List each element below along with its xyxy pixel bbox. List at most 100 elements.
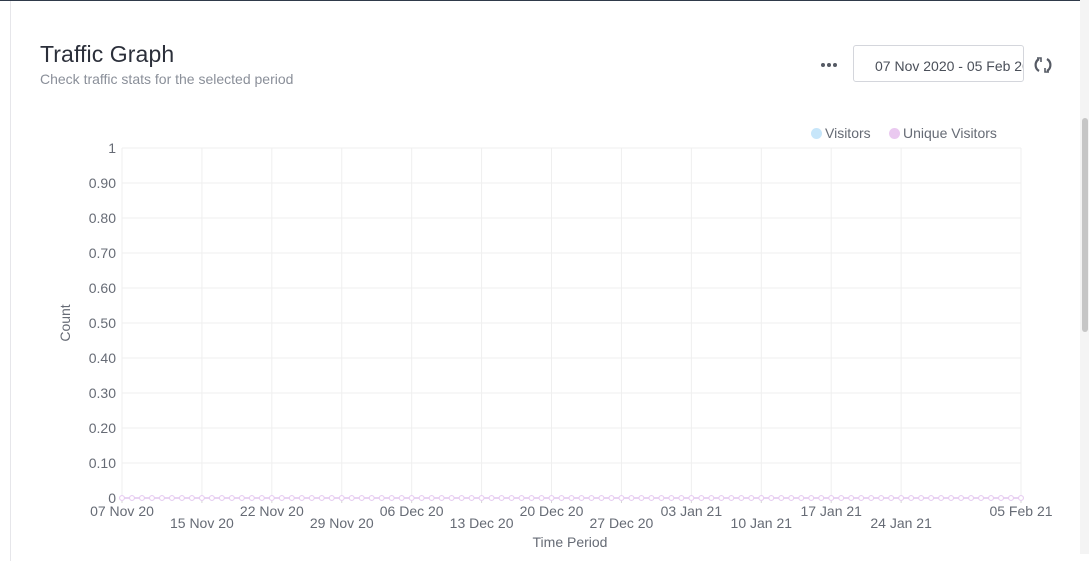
x-tick-label: 10 Jan 21 — [731, 515, 793, 531]
data-point-unique-visitors — [508, 495, 515, 501]
y-tick-label: 0.30 — [89, 385, 116, 401]
x-tick-label: 17 Jan 21 — [800, 503, 862, 519]
data-point-unique-visitors — [318, 495, 325, 501]
data-point-unique-visitors — [838, 495, 845, 501]
x-tick-label: 13 Dec 20 — [450, 515, 514, 531]
data-point-unique-visitors — [638, 495, 645, 501]
data-point-unique-visitors — [288, 495, 295, 501]
data-point-unique-visitors — [748, 495, 755, 501]
data-point-unique-visitors — [788, 495, 795, 501]
y-tick-label: 0.10 — [89, 455, 116, 471]
data-point-unique-visitors — [698, 495, 705, 501]
data-point-unique-visitors — [1018, 495, 1024, 501]
data-point-unique-visitors — [578, 495, 585, 501]
x-tick-label: 15 Nov 20 — [170, 515, 234, 531]
data-point-unique-visitors — [808, 495, 815, 501]
x-axis-title: Time Period — [533, 534, 608, 550]
data-point-unique-visitors — [758, 495, 765, 501]
y-tick-label: 0.70 — [89, 245, 116, 261]
data-point-unique-visitors — [558, 495, 565, 501]
data-point-unique-visitors — [119, 495, 125, 501]
x-tick-label: 29 Nov 20 — [310, 515, 374, 531]
data-point-unique-visitors — [718, 495, 725, 501]
data-point-unique-visitors — [189, 495, 195, 501]
x-tick-label: 06 Dec 20 — [380, 503, 444, 519]
data-point-unique-visitors — [149, 495, 155, 501]
page-scrollbar[interactable] — [1080, 0, 1089, 554]
y-tick-label: 0.90 — [89, 175, 116, 191]
data-point-unique-visitors — [448, 495, 455, 501]
data-point-unique-visitors — [338, 495, 345, 501]
data-point-unique-visitors — [458, 495, 465, 501]
y-axis-title: Count — [57, 304, 73, 341]
data-point-unique-visitors — [268, 495, 275, 501]
data-point-unique-visitors — [728, 495, 735, 501]
data-point-unique-visitors — [179, 495, 185, 501]
scrollbar-thumb[interactable] — [1082, 118, 1088, 332]
data-point-unique-visitors — [199, 495, 205, 501]
data-point-unique-visitors — [798, 495, 805, 501]
data-point-unique-visitors — [678, 495, 685, 501]
data-point-unique-visitors — [668, 495, 675, 501]
data-point-unique-visitors — [588, 495, 595, 501]
x-tick-label: 22 Nov 20 — [240, 503, 304, 519]
x-tick-label: 07 Nov 20 — [90, 503, 154, 519]
y-tick-label: 1 — [108, 140, 116, 156]
data-point-unique-visitors — [428, 495, 435, 501]
data-point-unique-visitors — [348, 495, 355, 501]
data-point-unique-visitors — [438, 495, 445, 501]
data-point-unique-visitors — [658, 495, 665, 501]
data-point-unique-visitors — [298, 495, 305, 501]
data-point-unique-visitors — [418, 495, 425, 501]
data-point-unique-visitors — [858, 495, 865, 501]
data-point-unique-visitors — [918, 495, 925, 501]
data-point-unique-visitors — [358, 495, 365, 501]
data-point-unique-visitors — [378, 495, 385, 501]
data-point-unique-visitors — [818, 495, 825, 501]
x-tick-label: 03 Jan 21 — [661, 503, 723, 519]
data-point-unique-visitors — [738, 495, 745, 501]
data-point-unique-visitors — [568, 495, 575, 501]
data-point-unique-visitors — [368, 495, 375, 501]
data-point-unique-visitors — [608, 495, 615, 501]
y-tick-label: 0.50 — [89, 315, 116, 331]
data-point-unique-visitors — [488, 495, 495, 501]
data-point-unique-visitors — [768, 495, 775, 501]
data-point-unique-visitors — [388, 495, 395, 501]
y-tick-label: 0.20 — [89, 420, 116, 436]
y-tick-label: 0.40 — [89, 350, 116, 366]
data-point-unique-visitors — [258, 495, 265, 501]
data-point-unique-visitors — [129, 495, 135, 501]
data-point-unique-visitors — [308, 495, 315, 501]
data-point-unique-visitors — [218, 495, 225, 501]
data-point-unique-visitors — [598, 495, 605, 501]
data-point-unique-visitors — [1008, 495, 1014, 501]
data-point-unique-visitors — [408, 495, 415, 501]
x-tick-label: 24 Jan 21 — [870, 515, 932, 531]
data-point-unique-visitors — [828, 495, 835, 501]
data-point-unique-visitors — [848, 495, 855, 501]
data-point-unique-visitors — [778, 495, 785, 501]
traffic-line-chart: 00.100.200.300.400.500.600.700.800.90107… — [57, 140, 1053, 550]
data-point-unique-visitors — [878, 495, 885, 501]
data-point-unique-visitors — [238, 495, 245, 501]
data-point-unique-visitors — [518, 495, 525, 501]
data-point-unique-visitors — [548, 495, 555, 501]
data-point-unique-visitors — [888, 495, 895, 501]
data-point-unique-visitors — [468, 495, 475, 501]
data-point-unique-visitors — [688, 495, 695, 501]
data-point-unique-visitors — [139, 495, 145, 501]
data-point-unique-visitors — [618, 495, 625, 501]
data-point-unique-visitors — [998, 495, 1004, 501]
data-point-unique-visitors — [928, 495, 934, 501]
data-point-unique-visitors — [938, 495, 944, 501]
data-point-unique-visitors — [398, 495, 405, 501]
y-tick-label: 0.60 — [89, 280, 116, 296]
data-point-unique-visitors — [708, 495, 715, 501]
data-point-unique-visitors — [248, 495, 255, 501]
data-point-unique-visitors — [478, 495, 485, 501]
data-point-unique-visitors — [948, 495, 954, 501]
x-tick-label: 20 Dec 20 — [520, 503, 584, 519]
data-point-unique-visitors — [528, 495, 535, 501]
data-point-unique-visitors — [908, 495, 915, 501]
